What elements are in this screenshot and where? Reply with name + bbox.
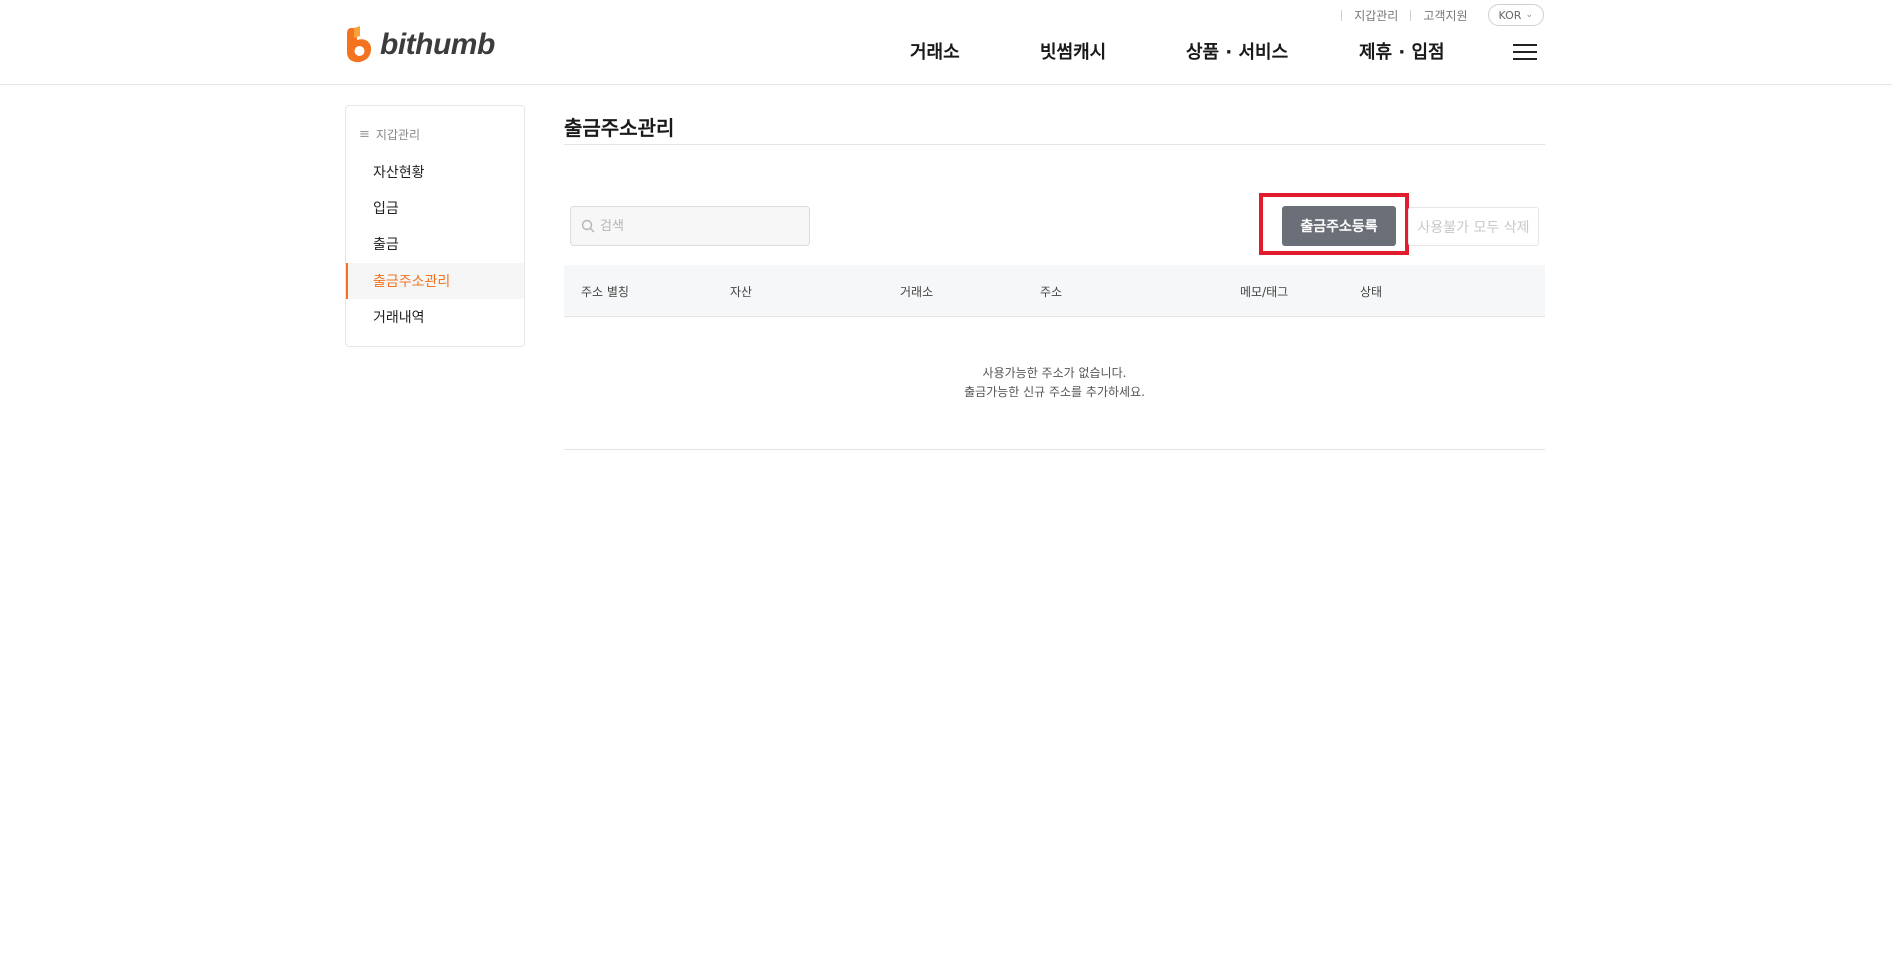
empty-state-line: 사용가능한 주소가 없습니다. bbox=[982, 366, 1127, 380]
delete-unusable-button: 사용불가 모두 삭제 bbox=[1408, 207, 1539, 246]
utility-links: 지갑관리 고객지원 KOR ⌄ bbox=[1329, 4, 1544, 26]
nav-exchange[interactable]: 거래소 bbox=[910, 38, 960, 64]
chevron-down-icon: ⌄ bbox=[1525, 10, 1533, 20]
table-header: 주소 별칭 자산 거래소 주소 메모/태그 상태 bbox=[564, 265, 1545, 317]
nav-bithumb-cash[interactable]: 빗썸캐시 bbox=[1040, 38, 1106, 64]
nav-partnership[interactable]: 제휴 · 입점 bbox=[1359, 38, 1445, 64]
sidebar-item-withdraw-address[interactable]: 출금주소관리 bbox=[346, 263, 524, 299]
sidebar-item-label: 입금 bbox=[373, 201, 399, 217]
empty-state-line: 출금가능한 신규 주소를 추가하세요. bbox=[964, 385, 1145, 399]
divider bbox=[1410, 9, 1412, 21]
sidebar-item-label: 출금 bbox=[373, 237, 399, 253]
search-box[interactable] bbox=[570, 206, 810, 246]
sidebar-item-withdraw[interactable]: 출금 bbox=[346, 226, 524, 262]
column-header-address: 주소 bbox=[1040, 285, 1063, 299]
sidebar-title-label: 지갑관리 bbox=[375, 128, 421, 142]
sidebar-item-assets[interactable]: 자산현황 bbox=[346, 154, 524, 190]
language-label: KOR bbox=[1498, 8, 1522, 22]
sidebar-item-deposit[interactable]: 입금 bbox=[346, 190, 524, 226]
divider bbox=[564, 449, 1545, 450]
nav-products-services[interactable]: 상품 · 서비스 bbox=[1186, 38, 1288, 64]
sidebar-item-label: 자산현황 bbox=[373, 165, 425, 181]
register-address-button[interactable]: 출금주소등록 bbox=[1282, 206, 1396, 246]
column-header-status: 상태 bbox=[1360, 285, 1383, 299]
customer-support-link[interactable]: 고객지원 bbox=[1423, 7, 1467, 24]
empty-state: 사용가능한 주소가 없습니다. 출금가능한 신규 주소를 추가하세요. bbox=[564, 364, 1545, 402]
column-header-memo-tag: 메모/태그 bbox=[1240, 285, 1289, 299]
divider bbox=[564, 144, 1545, 145]
sidebar-item-transactions[interactable]: 거래내역 bbox=[346, 299, 524, 335]
column-header-asset: 자산 bbox=[730, 285, 753, 299]
top-header: bithumb 지갑관리 고객지원 KOR ⌄ 거래소 빗썸캐시 상품 · 서비… bbox=[0, 0, 1892, 85]
wallet-management-link[interactable]: 지갑관리 bbox=[1354, 7, 1398, 24]
sidebar: ≡ 지갑관리 자산현황 입금 출금 출금주소관리 거래내역 bbox=[345, 105, 525, 347]
search-input[interactable] bbox=[600, 218, 800, 234]
divider bbox=[1341, 9, 1343, 21]
language-selector[interactable]: KOR ⌄ bbox=[1487, 4, 1544, 26]
search-icon bbox=[581, 219, 595, 233]
hamburger-menu-icon[interactable] bbox=[1513, 44, 1537, 62]
sidebar-title: ≡ 지갑관리 bbox=[359, 126, 420, 143]
page-title: 출금주소관리 bbox=[564, 116, 675, 140]
main-nav: 거래소 빗썸캐시 상품 · 서비스 제휴 · 입점 bbox=[0, 38, 1892, 66]
list-icon: ≡ bbox=[359, 127, 370, 142]
column-header-alias: 주소 별칭 bbox=[581, 285, 629, 299]
sidebar-item-label: 거래내역 bbox=[373, 310, 425, 326]
column-header-exchange: 거래소 bbox=[900, 285, 934, 299]
sidebar-item-label: 출금주소관리 bbox=[373, 274, 451, 290]
